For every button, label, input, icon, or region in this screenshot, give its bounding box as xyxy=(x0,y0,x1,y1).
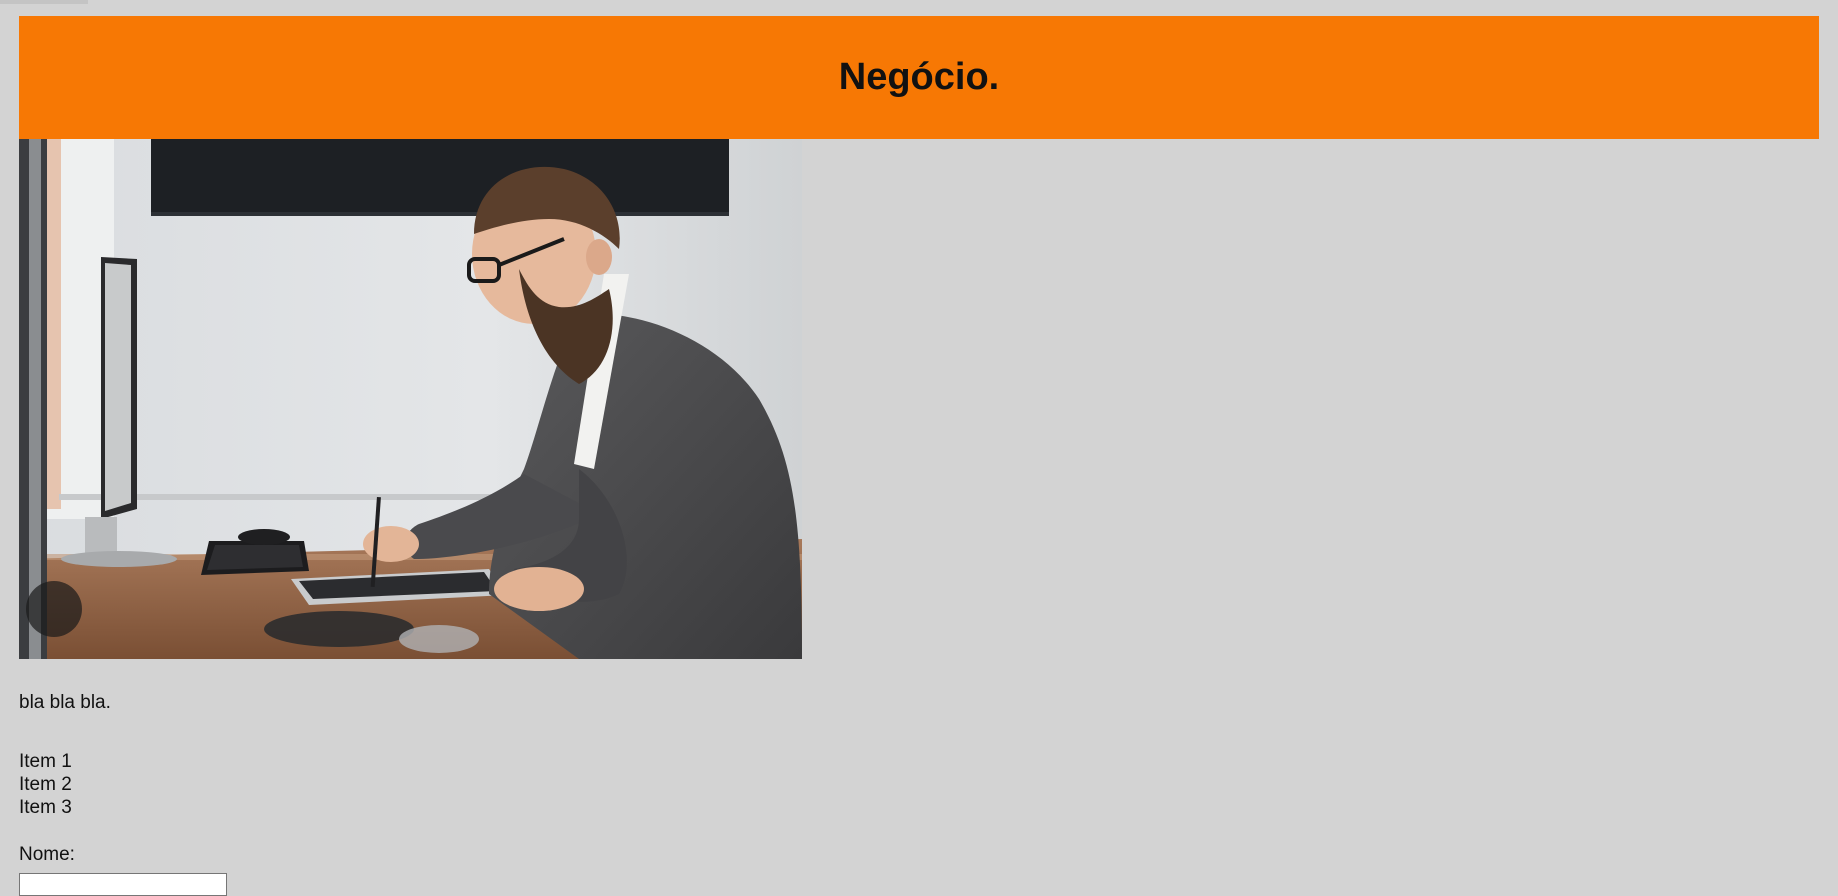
top-strip xyxy=(0,0,88,4)
name-label: Nome: xyxy=(19,844,75,865)
body-paragraph: bla bla bla. xyxy=(19,692,111,713)
item-list: Item 1 Item 2 Item 3 xyxy=(19,750,72,819)
name-input[interactable] xyxy=(19,873,227,896)
business-photo xyxy=(19,139,802,659)
list-item: Item 2 xyxy=(19,774,72,795)
list-item: Item 1 xyxy=(19,751,72,772)
page-title: Negócio. xyxy=(838,56,1000,98)
page: Negócio. bla bla bla. Item 1 Item 2 Item… xyxy=(19,16,1819,896)
list-item: Item 3 xyxy=(19,797,72,818)
page-header: Negócio. xyxy=(19,16,1819,139)
